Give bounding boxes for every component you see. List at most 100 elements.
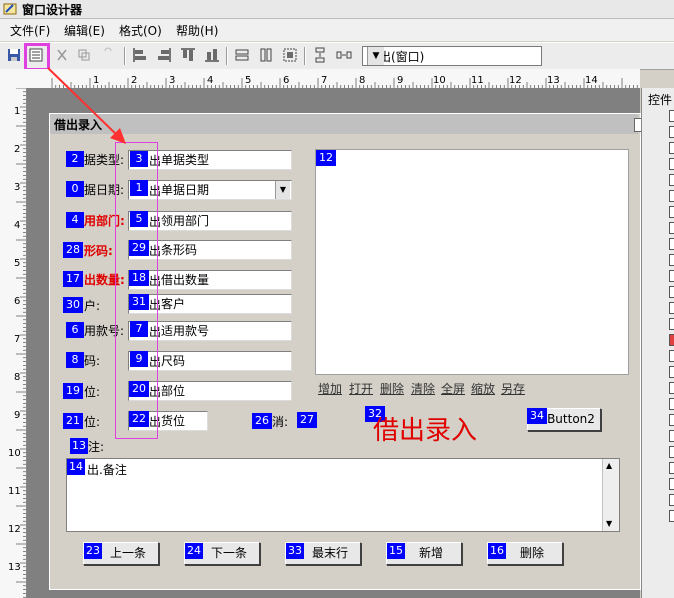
tab-order-badge: 26 <box>252 413 272 429</box>
ruler-label: 8 <box>359 75 366 86</box>
menu-edit[interactable]: 编辑(E) <box>64 22 105 39</box>
tab-order-badge: 0 <box>66 181 84 197</box>
vertical-spacing-icon[interactable] <box>312 47 328 63</box>
ruler-label: 9 <box>397 75 404 86</box>
control-palette-icon[interactable] <box>669 174 674 186</box>
image-clear-link[interactable]: 清除 <box>411 380 435 397</box>
control-palette-icon[interactable] <box>669 318 674 330</box>
annotation-arrow <box>47 67 126 144</box>
field-label: 形码: <box>84 244 113 258</box>
ruler-label: 5 <box>245 75 252 86</box>
image-add-link[interactable]: 增加 <box>318 380 342 397</box>
control-palette-icon[interactable] <box>669 158 674 170</box>
control-palette-icon[interactable] <box>669 286 674 298</box>
image-box[interactable] <box>315 149 629 375</box>
tab-order-badge: 27 <box>297 412 317 428</box>
scroll-up-icon[interactable]: ▲ <box>606 461 612 470</box>
align-top-icon[interactable] <box>180 47 196 63</box>
field-label: 码: <box>84 354 101 368</box>
field-label: 户: <box>84 299 101 313</box>
menu-file[interactable]: 文件(F) <box>10 22 50 39</box>
horizontal-spacing-icon[interactable] <box>336 47 352 63</box>
control-palette-icon[interactable] <box>669 254 674 266</box>
control-palette-icon[interactable] <box>669 110 674 122</box>
image-zoom-link[interactable]: 缩放 <box>471 380 495 397</box>
vertical-ruler: 1 2 3 4 5 6 7 8 9 10 11 12 13 <box>0 88 27 598</box>
control-palette-icon[interactable] <box>669 302 674 314</box>
control-palette-icon[interactable] <box>669 238 674 250</box>
title-bar: 窗口设计器 <box>0 0 674 19</box>
field-label: 位: <box>84 415 101 429</box>
control-palette-icon[interactable] <box>669 270 674 282</box>
menu-bar: 文件(F) 编辑(E) 格式(O) 帮助(H) <box>0 19 674 41</box>
chevron-down-icon[interactable]: ▼ <box>367 47 384 65</box>
ruler-label: 13 <box>547 75 560 86</box>
control-palette-icon[interactable] <box>669 446 674 458</box>
app-icon <box>3 2 17 16</box>
selection-highlight <box>115 142 158 439</box>
tab-order-badge: 30 <box>63 297 83 313</box>
ruler-label: 8 <box>14 372 21 383</box>
control-palette-icon[interactable] <box>669 222 674 234</box>
tab-order-badge: 34 <box>527 408 547 424</box>
align-right-icon[interactable] <box>156 47 172 63</box>
control-palette-icon[interactable] <box>669 494 674 506</box>
form-heading: 借出录入 <box>373 416 478 446</box>
control-palette-icon[interactable] <box>669 478 674 490</box>
ruler-label: 11 <box>8 486 21 497</box>
memo-scrollbar[interactable]: ▲ ▼ <box>602 459 619 531</box>
tab-order-badge: 33 <box>286 543 304 559</box>
image-open-link[interactable]: 打开 <box>349 380 373 397</box>
image-delete-link[interactable]: 删除 <box>380 380 404 397</box>
ruler-label: 13 <box>8 562 21 573</box>
control-palette-icon[interactable] <box>669 350 674 362</box>
save-icon[interactable] <box>6 47 22 63</box>
button-label: 新增 <box>418 546 443 560</box>
ruler-label: 11 <box>471 75 484 86</box>
cancel-label: 消: <box>272 415 289 429</box>
control-palette-icon[interactable] <box>669 126 674 138</box>
date-dropdown-icon[interactable]: ▼ <box>275 181 290 199</box>
control-palette-icon[interactable] <box>669 206 674 218</box>
ruler-label: 6 <box>14 296 21 307</box>
scroll-down-icon[interactable]: ▼ <box>606 519 612 528</box>
tab-order-badge: 12 <box>316 150 336 166</box>
control-palette-icon[interactable] <box>669 190 674 202</box>
ruler-label: 3 <box>14 182 21 193</box>
menu-format[interactable]: 格式(O) <box>119 22 162 39</box>
window-title: 窗口设计器 <box>22 3 83 17</box>
same-height-icon[interactable] <box>258 47 274 63</box>
button-label: 最末行 <box>311 546 348 560</box>
control-palette-icon[interactable] <box>669 430 674 442</box>
ruler-label: 7 <box>321 75 328 86</box>
control-palette-icon[interactable] <box>669 382 674 394</box>
control-palette-icon[interactable] <box>669 334 674 346</box>
control-selector[interactable]: 借出(窗口) ▼ <box>362 46 542 66</box>
control-palette-icon[interactable] <box>669 462 674 474</box>
control-palette-icon[interactable] <box>669 398 674 410</box>
ruler-label: 12 <box>8 524 21 535</box>
control-palette-icon[interactable] <box>669 414 674 426</box>
button-label: 删除 <box>519 546 544 560</box>
align-bottom-icon[interactable] <box>204 47 220 63</box>
ruler-label: 7 <box>14 334 21 345</box>
control-palette-icon[interactable] <box>669 366 674 378</box>
ruler-label: 14 <box>585 75 598 86</box>
tab-order-badge: 24 <box>185 543 203 559</box>
controls-panel-header: 控件 <box>648 93 673 107</box>
control-palette-icon[interactable] <box>669 142 674 154</box>
remark-memo[interactable]: 出.备注 ▲ ▼ <box>66 458 620 532</box>
tab-order-badge: 16 <box>488 543 506 559</box>
memo-text: 出.备注 <box>87 463 127 477</box>
image-save-as-link[interactable]: 另存 <box>501 380 525 397</box>
tab-order-badge: 21 <box>63 413 83 429</box>
same-size-icon[interactable] <box>282 47 298 63</box>
image-fullscreen-link[interactable]: 全屏 <box>441 380 465 397</box>
same-width-icon[interactable] <box>234 47 250 63</box>
ruler-label: 1 <box>14 106 21 117</box>
ruler-label: 6 <box>283 75 290 86</box>
controls-panel: 控件 <box>641 88 674 598</box>
ruler-label: 4 <box>207 75 214 86</box>
menu-help[interactable]: 帮助(H) <box>176 22 218 39</box>
control-palette-icon[interactable] <box>669 510 674 522</box>
